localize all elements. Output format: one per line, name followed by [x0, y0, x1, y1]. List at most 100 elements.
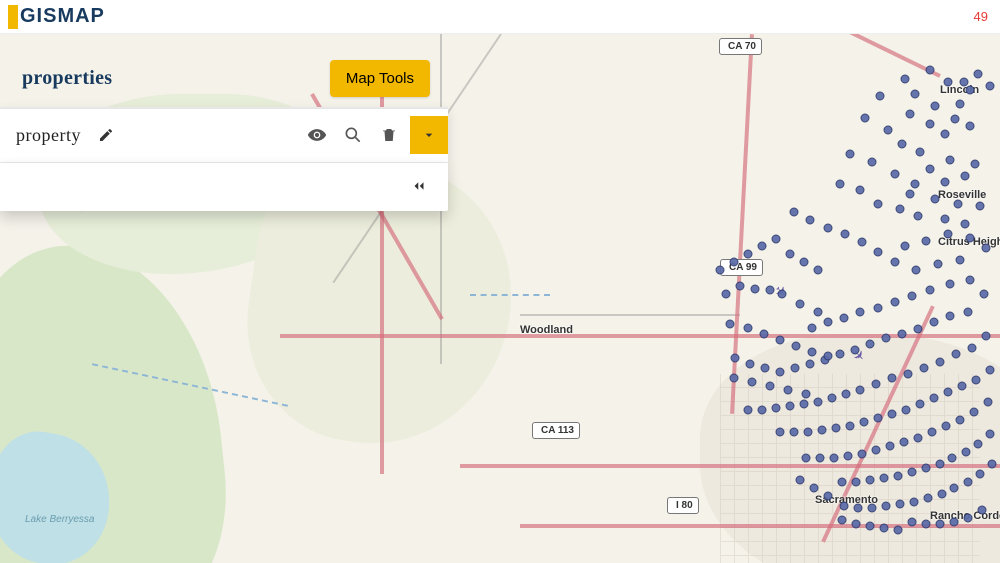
property-point[interactable] [961, 220, 970, 229]
property-point[interactable] [730, 374, 739, 383]
property-point[interactable] [952, 350, 961, 359]
property-point[interactable] [982, 332, 991, 341]
property-point[interactable] [792, 342, 801, 351]
property-point[interactable] [964, 478, 973, 487]
property-point[interactable] [882, 502, 891, 511]
property-point[interactable] [748, 378, 757, 387]
property-point[interactable] [810, 484, 819, 493]
property-point[interactable] [956, 100, 965, 109]
property-point[interactable] [736, 282, 745, 291]
property-point[interactable] [860, 418, 869, 427]
property-point[interactable] [930, 394, 939, 403]
property-point[interactable] [956, 416, 965, 425]
property-point[interactable] [941, 215, 950, 224]
property-point[interactable] [758, 406, 767, 415]
property-point[interactable] [828, 394, 837, 403]
property-point[interactable] [772, 404, 781, 413]
property-point[interactable] [751, 285, 760, 294]
property-point[interactable] [924, 494, 933, 503]
property-point[interactable] [730, 258, 739, 267]
property-point[interactable] [941, 178, 950, 187]
property-point[interactable] [804, 428, 813, 437]
property-point[interactable] [744, 406, 753, 415]
property-point[interactable] [856, 186, 865, 195]
property-point[interactable] [944, 78, 953, 87]
property-point[interactable] [866, 476, 875, 485]
property-point[interactable] [931, 195, 940, 204]
property-point[interactable] [974, 440, 983, 449]
property-point[interactable] [938, 490, 947, 499]
property-point[interactable] [874, 248, 883, 257]
property-point[interactable] [874, 200, 883, 209]
property-point[interactable] [776, 428, 785, 437]
property-point[interactable] [908, 292, 917, 301]
property-point[interactable] [731, 354, 740, 363]
property-point[interactable] [790, 208, 799, 217]
property-point[interactable] [796, 300, 805, 309]
property-point[interactable] [858, 450, 867, 459]
property-point[interactable] [778, 290, 787, 299]
property-point[interactable] [946, 156, 955, 165]
property-point[interactable] [922, 237, 931, 246]
property-point[interactable] [744, 324, 753, 333]
property-point[interactable] [926, 66, 935, 75]
property-point[interactable] [772, 235, 781, 244]
property-point[interactable] [926, 120, 935, 129]
property-point[interactable] [898, 140, 907, 149]
property-point[interactable] [928, 428, 937, 437]
property-point[interactable] [948, 454, 957, 463]
property-point[interactable] [876, 92, 885, 101]
property-point[interactable] [802, 454, 811, 463]
property-point[interactable] [866, 522, 875, 531]
property-point[interactable] [926, 286, 935, 295]
property-point[interactable] [962, 448, 971, 457]
property-point[interactable] [722, 290, 731, 299]
property-point[interactable] [986, 82, 995, 91]
property-point[interactable] [896, 500, 905, 509]
property-point[interactable] [816, 454, 825, 463]
property-point[interactable] [896, 205, 905, 214]
property-point[interactable] [802, 390, 811, 399]
property-point[interactable] [814, 398, 823, 407]
property-point[interactable] [950, 518, 959, 527]
property-point[interactable] [934, 260, 943, 269]
property-point[interactable] [796, 476, 805, 485]
property-point[interactable] [856, 308, 865, 317]
property-point[interactable] [882, 334, 891, 343]
property-point[interactable] [930, 318, 939, 327]
property-point[interactable] [872, 380, 881, 389]
property-point[interactable] [854, 504, 863, 513]
property-point[interactable] [800, 400, 809, 409]
property-point[interactable] [791, 364, 800, 373]
property-point[interactable] [744, 250, 753, 259]
property-point[interactable] [891, 298, 900, 307]
property-point[interactable] [988, 460, 997, 469]
property-point[interactable] [936, 358, 945, 367]
property-point[interactable] [972, 376, 981, 385]
property-point[interactable] [961, 172, 970, 181]
property-point[interactable] [916, 400, 925, 409]
property-point[interactable] [858, 238, 867, 247]
property-point[interactable] [846, 422, 855, 431]
property-point[interactable] [911, 180, 920, 189]
property-point[interactable] [926, 165, 935, 174]
property-point[interactable] [766, 382, 775, 391]
property-point[interactable] [920, 364, 929, 373]
property-point[interactable] [891, 258, 900, 267]
property-point[interactable] [901, 75, 910, 84]
property-point[interactable] [911, 90, 920, 99]
property-point[interactable] [800, 258, 809, 267]
property-point[interactable] [814, 308, 823, 317]
property-point[interactable] [942, 422, 951, 431]
property-point[interactable] [966, 122, 975, 131]
property-point[interactable] [868, 158, 877, 167]
property-point[interactable] [894, 526, 903, 535]
property-point[interactable] [914, 434, 923, 443]
property-point[interactable] [922, 520, 931, 529]
layer-row[interactable]: property [0, 107, 448, 163]
delete-layer-button[interactable] [374, 120, 404, 150]
property-point[interactable] [746, 360, 755, 369]
property-point[interactable] [824, 352, 833, 361]
property-point[interactable] [976, 202, 985, 211]
property-point[interactable] [906, 110, 915, 119]
